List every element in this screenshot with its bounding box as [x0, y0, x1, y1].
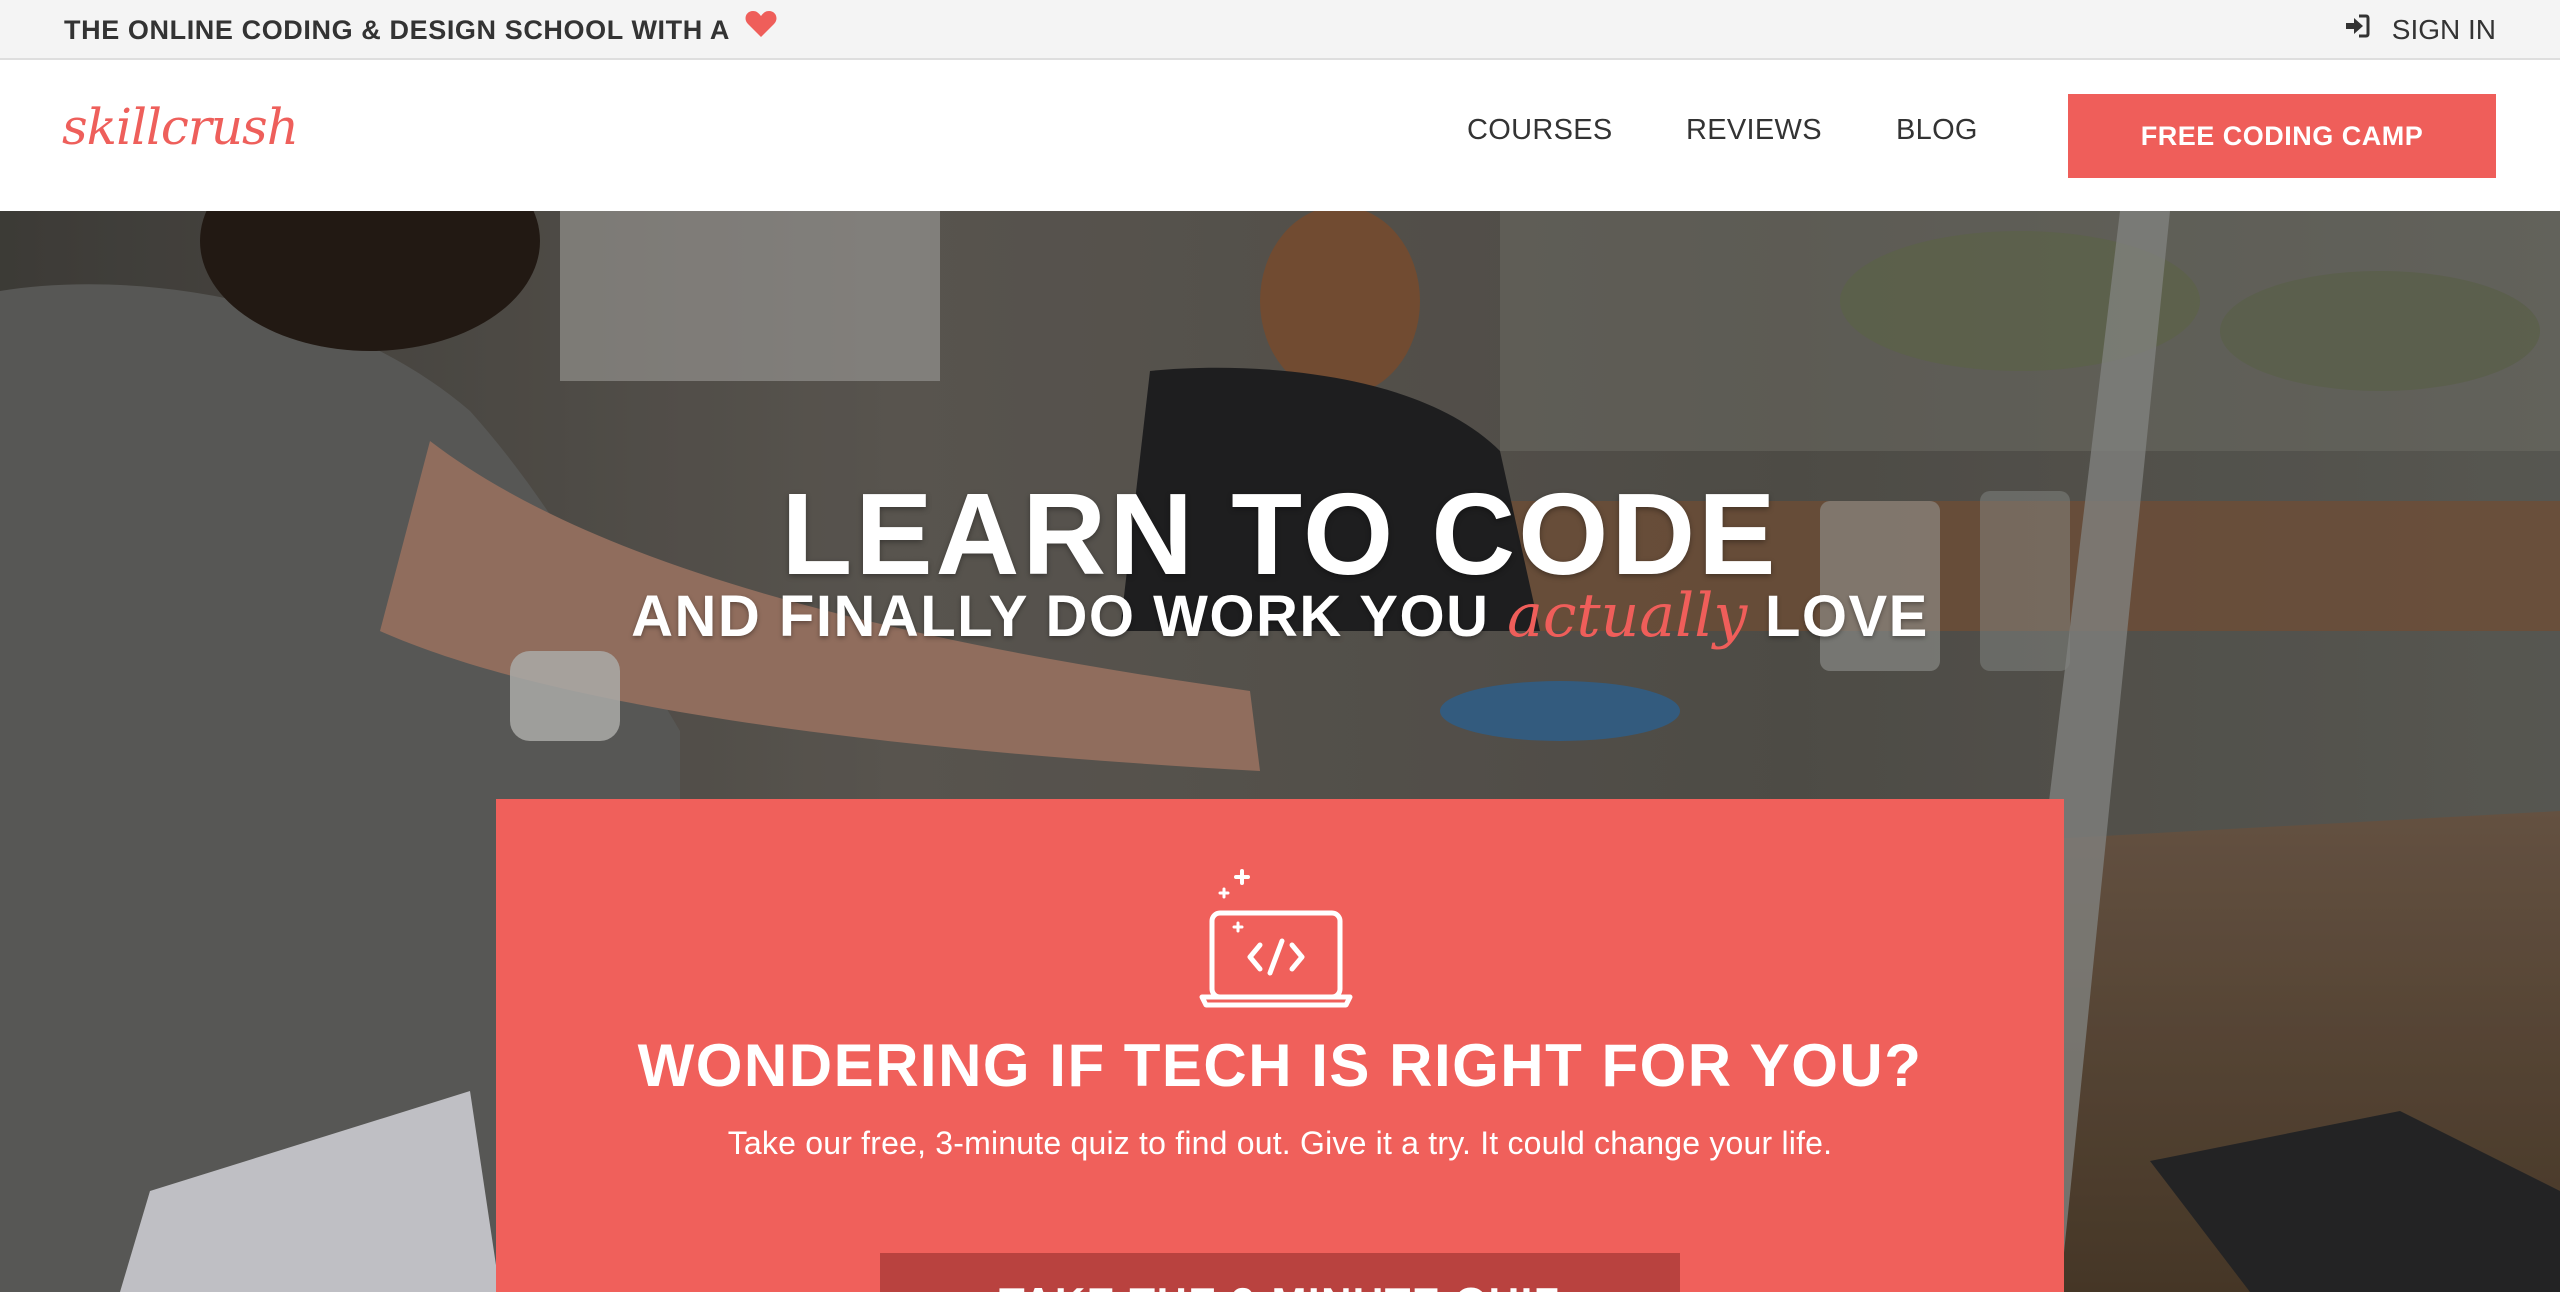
nav-courses[interactable]: COURSES: [1467, 114, 1613, 147]
free-coding-camp-button[interactable]: FREE CODING CAMP: [2068, 94, 2496, 178]
heart-icon: [745, 0, 777, 59]
school-tagline: THE ONLINE CODING & DESIGN SCHOOL WITH A: [64, 0, 777, 60]
sign-in-link[interactable]: SIGN IN: [2344, 0, 2496, 60]
quiz-title: WONDERING IF TECH IS RIGHT FOR YOU?: [637, 1032, 1923, 1099]
quiz-card: WONDERING IF TECH IS RIGHT FOR YOU? Take…: [496, 799, 2064, 1292]
hero-section: LEARN TO CODE AND FINALLY DO WORK YOU ac…: [0, 211, 2560, 1292]
quiz-description: Take our free, 3-minute quiz to find out…: [727, 1125, 1833, 1161]
sign-in-label: SIGN IN: [2391, 14, 2496, 45]
hero-subtitle: AND FINALLY DO WORK YOU actually LOVE: [0, 581, 2560, 651]
sign-in-icon: [2344, 0, 2370, 59]
nav-blog[interactable]: BLOG: [1896, 114, 1978, 147]
nav-reviews[interactable]: REVIEWS: [1686, 114, 1822, 147]
take-quiz-button[interactable]: TAKE THE 3-MINUTE QUIZ: [880, 1253, 1680, 1292]
hero-subtitle-after: LOVE: [1764, 584, 1929, 649]
laptop-code-icon: [1196, 865, 1356, 1020]
tagline-text: THE ONLINE CODING & DESIGN SCHOOL WITH A: [64, 15, 730, 45]
hero-subtitle-before: AND FINALLY DO WORK YOU: [631, 584, 1490, 649]
hero-subtitle-emphasis: actually: [1507, 581, 1748, 651]
top-banner: THE ONLINE CODING & DESIGN SCHOOL WITH A…: [0, 0, 2560, 60]
site-header: skillcrush COURSES REVIEWS BLOG FREE COD…: [0, 60, 2560, 211]
skillcrush-logo[interactable]: skillcrush: [62, 98, 299, 156]
